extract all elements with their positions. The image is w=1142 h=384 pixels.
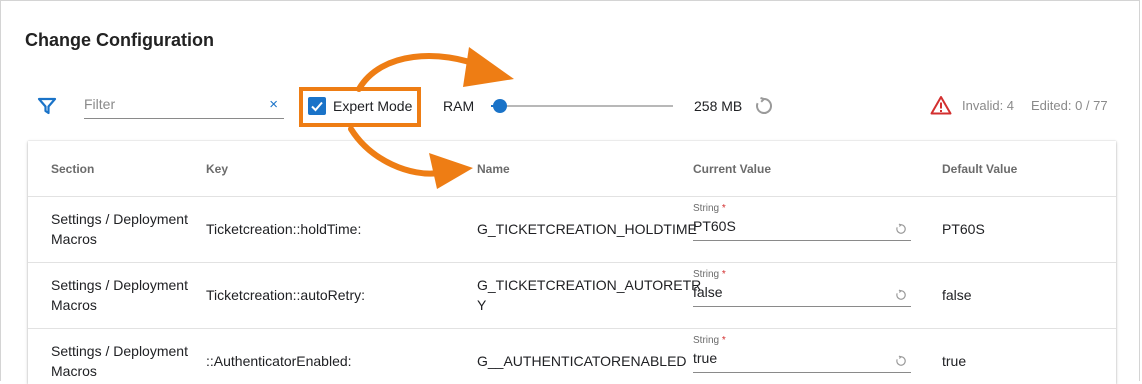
current-value-field[interactable]: String * PT60S bbox=[693, 203, 911, 241]
value-type-label: String * bbox=[693, 335, 726, 346]
name-cell: G__AUTHENTICATORENABLED bbox=[477, 351, 687, 371]
section-line: Settings / Deployment bbox=[51, 211, 188, 227]
required-mark: * bbox=[721, 269, 726, 280]
name-line: G_TICKETCREATION_AUTORETR bbox=[477, 277, 702, 293]
ram-slider-thumb[interactable] bbox=[493, 99, 508, 113]
section-line: Settings / Deployment bbox=[51, 277, 188, 293]
header-default-value[interactable]: Default Value bbox=[942, 162, 1017, 176]
page-title: Change Configuration bbox=[25, 30, 214, 50]
warning-triangle-icon bbox=[930, 95, 952, 120]
table-row[interactable]: Settings / Deployment Macros Ticketcreat… bbox=[28, 262, 1116, 329]
value-type-label: String * bbox=[693, 203, 726, 214]
required-mark: * bbox=[721, 203, 726, 214]
name-line: G__AUTHENTICATORENABLED bbox=[477, 353, 687, 369]
current-value-input[interactable]: true bbox=[693, 350, 717, 366]
edited-count: Edited: 0 / 77 bbox=[1031, 98, 1108, 113]
section-line: Macros bbox=[51, 297, 97, 313]
current-value-input[interactable]: false bbox=[693, 284, 723, 300]
header-name[interactable]: Name bbox=[477, 162, 510, 176]
configuration-panel: Change Configuration × Expert Mode RAM 2… bbox=[0, 0, 1140, 384]
default-value-cell: true bbox=[942, 353, 967, 369]
configuration-table: Section Key Name Current Value Default V… bbox=[28, 141, 1116, 384]
required-mark: * bbox=[721, 335, 726, 346]
section-cell: Settings / Deployment Macros bbox=[51, 275, 188, 315]
name-cell: G_TICKETCREATION_HOLDTIME bbox=[477, 219, 697, 239]
key-cell: Ticketcreation::autoRetry: bbox=[206, 287, 365, 303]
current-value-input[interactable]: PT60S bbox=[693, 218, 736, 234]
ram-value: 258 MB bbox=[694, 98, 743, 114]
filter-field: × bbox=[84, 91, 284, 119]
value-type: String bbox=[693, 335, 720, 346]
close-icon[interactable]: × bbox=[269, 97, 278, 113]
default-value-cell: false bbox=[942, 287, 972, 303]
name-line: G_TICKETCREATION_HOLDTIME bbox=[477, 221, 697, 237]
current-value-field[interactable]: String * true bbox=[693, 335, 911, 373]
reset-icon[interactable] bbox=[895, 222, 907, 240]
reset-icon[interactable] bbox=[754, 96, 774, 121]
invalid-count: Invalid: 4 bbox=[962, 98, 1015, 113]
current-value-field[interactable]: String * false bbox=[693, 269, 911, 307]
reset-icon[interactable] bbox=[895, 354, 907, 372]
value-type-label: String * bbox=[693, 269, 726, 280]
header-section[interactable]: Section bbox=[51, 162, 94, 176]
section-cell: Settings / Deployment Macros bbox=[51, 341, 188, 381]
name-line: Y bbox=[477, 297, 487, 313]
value-type: String bbox=[693, 203, 720, 214]
key-cell: ::AuthenticatorEnabled: bbox=[206, 353, 352, 369]
section-line: Macros bbox=[51, 363, 97, 379]
name-cell: G_TICKETCREATION_AUTORETR Y bbox=[477, 275, 701, 315]
expert-mode-highlight bbox=[299, 87, 421, 127]
table-row[interactable]: Settings / Deployment Macros ::Authentic… bbox=[28, 328, 1116, 384]
ram-label: RAM bbox=[443, 98, 475, 114]
reset-icon[interactable] bbox=[895, 288, 907, 306]
filter-icon[interactable] bbox=[37, 96, 57, 116]
value-type: String bbox=[693, 269, 720, 280]
ram-slider-track[interactable] bbox=[491, 105, 673, 107]
key-cell: Ticketcreation::holdTime: bbox=[206, 221, 362, 237]
default-value-cell: PT60S bbox=[942, 221, 985, 237]
table-row[interactable]: Settings / Deployment Macros Ticketcreat… bbox=[28, 196, 1116, 263]
section-line: Settings / Deployment bbox=[51, 343, 188, 359]
section-line: Macros bbox=[51, 231, 97, 247]
filter-input[interactable] bbox=[84, 91, 259, 117]
header-current-value[interactable]: Current Value bbox=[693, 162, 771, 176]
header-key[interactable]: Key bbox=[206, 162, 228, 176]
section-cell: Settings / Deployment Macros bbox=[51, 209, 188, 249]
